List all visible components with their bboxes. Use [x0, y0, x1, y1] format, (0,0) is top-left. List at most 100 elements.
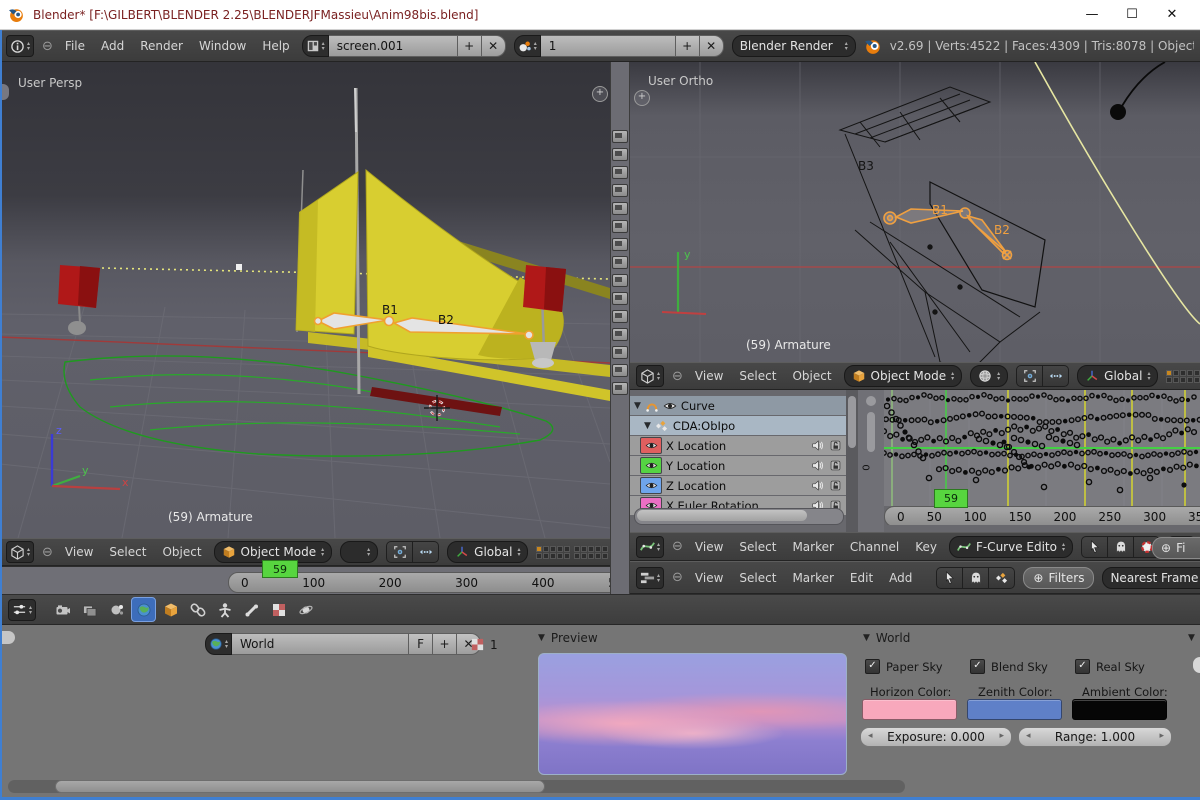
- editor-type-selector[interactable]: ▴▾: [6, 541, 34, 563]
- close-button[interactable]: ✕: [1152, 2, 1192, 28]
- mute-speaker-icon[interactable]: [811, 479, 824, 492]
- menu-marker[interactable]: Marker: [788, 571, 837, 585]
- ghost-button[interactable]: [963, 567, 989, 589]
- panel-mini-icon[interactable]: [612, 238, 628, 251]
- snap-dropdown[interactable]: Nearest Frame ▴▾: [1102, 567, 1200, 589]
- tab-object-data[interactable]: [212, 597, 237, 622]
- fcurve-scrollbar[interactable]: 050100150200250300350: [884, 506, 1200, 527]
- layer-cell[interactable]: [1180, 377, 1186, 383]
- manipulator-button[interactable]: [1043, 365, 1069, 387]
- expand-triangle-icon[interactable]: ▼: [634, 401, 641, 411]
- layer-cell[interactable]: [581, 546, 587, 552]
- layer-cell[interactable]: [1173, 370, 1179, 376]
- scene-name-field[interactable]: 1: [541, 35, 676, 57]
- window-titlebar[interactable]: Blender* [F:\GILBERT\BLENDER 2.25\BLENDE…: [0, 0, 1200, 30]
- menu-view[interactable]: View: [691, 571, 727, 585]
- layer-cell[interactable]: [588, 553, 594, 559]
- orientation-dropdown[interactable]: Global ▴▾: [1077, 365, 1158, 387]
- tab-scene[interactable]: [104, 597, 129, 622]
- world-browse-button[interactable]: ▴▾: [205, 633, 232, 655]
- channel-color-swatch[interactable]: [640, 477, 662, 494]
- layer-cell[interactable]: [536, 546, 542, 552]
- menu-help[interactable]: Help: [258, 39, 293, 53]
- layer-cell[interactable]: [574, 546, 580, 552]
- slider-left-arrow[interactable]: ◂: [1026, 731, 1031, 741]
- real-sky-checkbox[interactable]: ✓ Real Sky: [1075, 659, 1145, 674]
- panel-mini-icon[interactable]: [612, 292, 628, 305]
- layer-cell[interactable]: [557, 546, 563, 552]
- properties-horizontal-scrollbar[interactable]: [8, 780, 905, 793]
- channel-color-swatch[interactable]: [640, 437, 662, 454]
- layer-cell[interactable]: [543, 553, 549, 559]
- layer-cell[interactable]: [1194, 377, 1200, 383]
- timeline-strip[interactable]: 59 0100200300400500: [0, 566, 610, 594]
- panel-mini-icon[interactable]: [612, 364, 628, 377]
- expand-triangle-icon[interactable]: ▼: [644, 421, 651, 431]
- layer-cell[interactable]: [595, 553, 601, 559]
- channel-color-swatch[interactable]: [640, 457, 662, 474]
- graph-vertical-scrollbar[interactable]: [867, 412, 875, 452]
- layer-cell[interactable]: [1187, 377, 1193, 383]
- collapse-menus-icon[interactable]: ⊖: [672, 540, 683, 553]
- panel-mini-icon[interactable]: [612, 130, 628, 143]
- world-panel-header[interactable]: ▼ World: [863, 631, 910, 645]
- blend-sky-checkbox[interactable]: ✓ Blend Sky: [970, 659, 1048, 674]
- viewport-3d-left[interactable]: B1 B2 z y x User Persp (59) Armature +: [0, 62, 610, 538]
- menu-render[interactable]: Render: [136, 39, 187, 53]
- editor-type-selector[interactable]: ▴▾: [636, 365, 664, 387]
- menu-add[interactable]: Add: [885, 571, 916, 585]
- range-slider[interactable]: ◂ Range: 1.000 ▸: [1018, 727, 1172, 747]
- layers-widget[interactable]: [536, 546, 608, 559]
- channel-subgroup-row[interactable]: ▼ CDA:ObIpo: [630, 416, 846, 435]
- layer-cell[interactable]: [574, 553, 580, 559]
- current-frame-badge[interactable]: 59: [262, 560, 298, 578]
- panel-mini-icon[interactable]: [612, 166, 628, 179]
- layer-cell[interactable]: [536, 553, 542, 559]
- toolshelf-expand-plus[interactable]: +: [634, 90, 650, 106]
- editor-type-selector[interactable]: ▴▾: [636, 536, 664, 558]
- tab-physics[interactable]: [293, 597, 318, 622]
- panel-mini-icon[interactable]: [612, 346, 628, 359]
- panel-mini-icon[interactable]: [612, 148, 628, 161]
- scene-browse[interactable]: ▴▾: [514, 35, 541, 57]
- filters-button-clipped[interactable]: ⊕ Fi: [1152, 537, 1200, 559]
- ghost-curves-button[interactable]: [1108, 536, 1134, 558]
- layer-cell[interactable]: [1187, 370, 1193, 376]
- layer-cell[interactable]: [1166, 370, 1172, 376]
- menu-object[interactable]: Object: [788, 369, 835, 383]
- editor-type-selector[interactable]: ▴▾: [6, 35, 34, 57]
- scene-add-button[interactable]: +: [676, 35, 700, 57]
- collapse-menus-icon[interactable]: ⊖: [42, 546, 53, 559]
- tab-texture[interactable]: [266, 597, 291, 622]
- tab-bone[interactable]: [239, 597, 264, 622]
- lock-icon[interactable]: [829, 459, 842, 472]
- exposure-slider[interactable]: ◂ Exposure: 0.000 ▸: [860, 727, 1012, 747]
- shading-dropdown[interactable]: ▴▾: [970, 365, 1008, 387]
- current-frame-badge[interactable]: 59: [934, 489, 968, 508]
- layers-widget[interactable]: [1166, 370, 1200, 383]
- properties-expand-plus[interactable]: +: [592, 86, 608, 102]
- channel-row-y-location[interactable]: Y Location: [630, 456, 846, 475]
- slider-right-arrow[interactable]: ▸: [999, 731, 1004, 741]
- collapse-menus-icon[interactable]: ⊖: [42, 40, 53, 53]
- mode-dropdown[interactable]: Object Mode ▴▾: [844, 365, 963, 387]
- render-engine-dropdown[interactable]: Blender Render ▴▾: [732, 35, 856, 57]
- graph-mode-dropdown[interactable]: F-Curve Edito ▴▾: [949, 536, 1073, 558]
- menu-select[interactable]: Select: [735, 571, 780, 585]
- mute-speaker-icon[interactable]: [811, 439, 824, 452]
- layer-cell[interactable]: [564, 553, 570, 559]
- fcurve-editor-area[interactable]: ▼ Curve ▼ CDA:ObIpo X Location Y Locatio…: [630, 390, 1200, 532]
- collapsed-panel-tab[interactable]: [0, 631, 15, 644]
- panel-mini-icon[interactable]: [612, 184, 628, 197]
- menu-select[interactable]: Select: [105, 545, 150, 559]
- menu-view[interactable]: View: [61, 545, 97, 559]
- layer-cell[interactable]: [1166, 377, 1172, 383]
- zoom-handle[interactable]: [866, 396, 876, 406]
- mute-speaker-icon[interactable]: [811, 459, 824, 472]
- keying-dots-button[interactable]: [989, 567, 1015, 589]
- ambient-color-swatch[interactable]: [1072, 699, 1167, 720]
- layer-cell[interactable]: [595, 546, 601, 552]
- screen-add-button[interactable]: +: [458, 35, 482, 57]
- layer-cell[interactable]: [602, 553, 608, 559]
- world-add-button[interactable]: +: [433, 633, 457, 655]
